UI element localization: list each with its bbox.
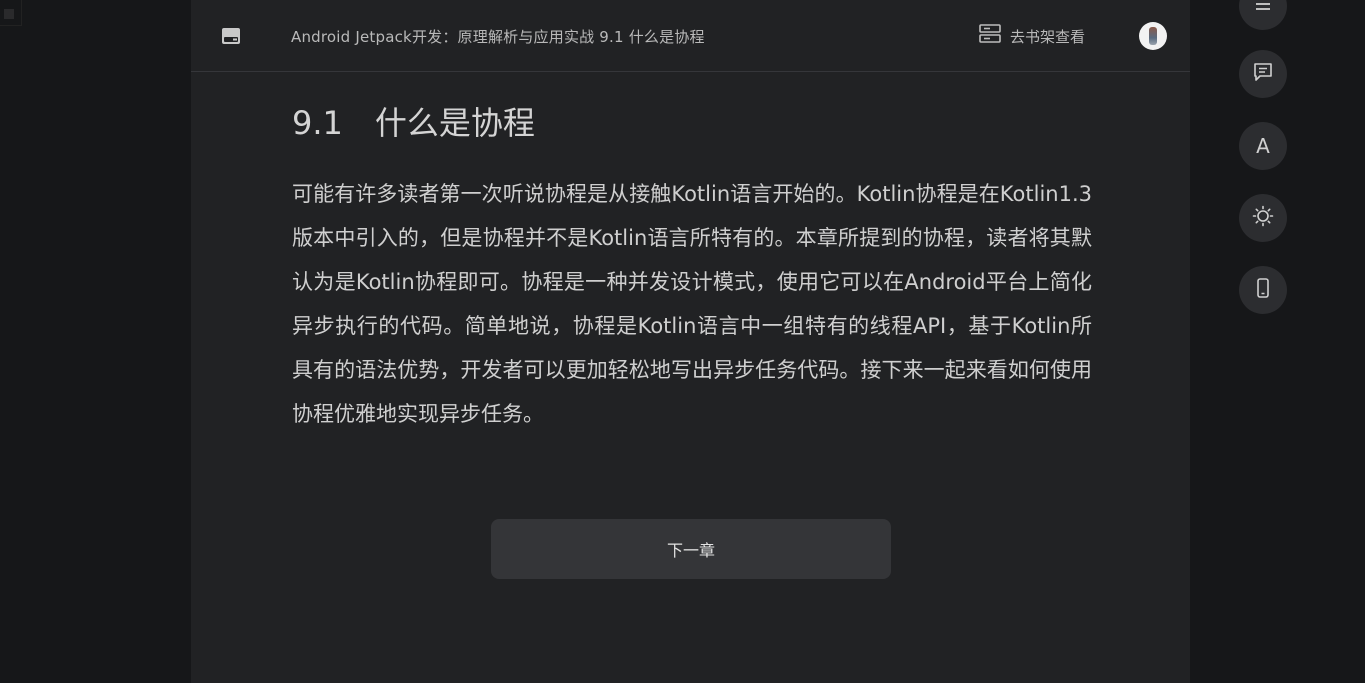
- catalog-button[interactable]: [1239, 0, 1287, 30]
- chapter-title: 9.1 什么是协程: [292, 104, 535, 142]
- font-icon: A: [1256, 134, 1270, 158]
- book-title: Android Jetpack开发：原理解析与应用实战 9.1 什么是协程: [291, 28, 705, 46]
- user-avatar[interactable]: [1139, 22, 1167, 50]
- chapter-paragraph: 可能有许多读者第一次听说协程是从接触Kotlin语言开始的。Kotlin协程是在…: [292, 182, 1092, 426]
- window-corner-mark: [0, 0, 22, 26]
- top-bar: Android Jetpack开发：原理解析与应用实战 9.1 什么是协程 去书…: [191, 0, 1190, 72]
- phone-icon: [1252, 277, 1274, 303]
- theme-toggle-button[interactable]: [1239, 194, 1287, 242]
- font-settings-button[interactable]: A: [1239, 122, 1287, 170]
- next-chapter-button[interactable]: 下一章: [491, 519, 891, 579]
- toc-toggle-icon[interactable]: [221, 26, 241, 46]
- bookshelf-label: 去书架查看: [1010, 27, 1086, 46]
- list-menu-icon: [1253, 0, 1273, 18]
- mobile-read-button[interactable]: [1239, 266, 1287, 314]
- reader-panel: Android Jetpack开发：原理解析与应用实战 9.1 什么是协程 去书…: [191, 0, 1190, 683]
- go-to-bookshelf-link[interactable]: 去书架查看: [978, 23, 1085, 49]
- comment-icon: [1252, 61, 1274, 87]
- notes-button[interactable]: [1239, 50, 1287, 98]
- bookshelf-icon: [978, 23, 1002, 49]
- sun-icon: [1252, 205, 1274, 231]
